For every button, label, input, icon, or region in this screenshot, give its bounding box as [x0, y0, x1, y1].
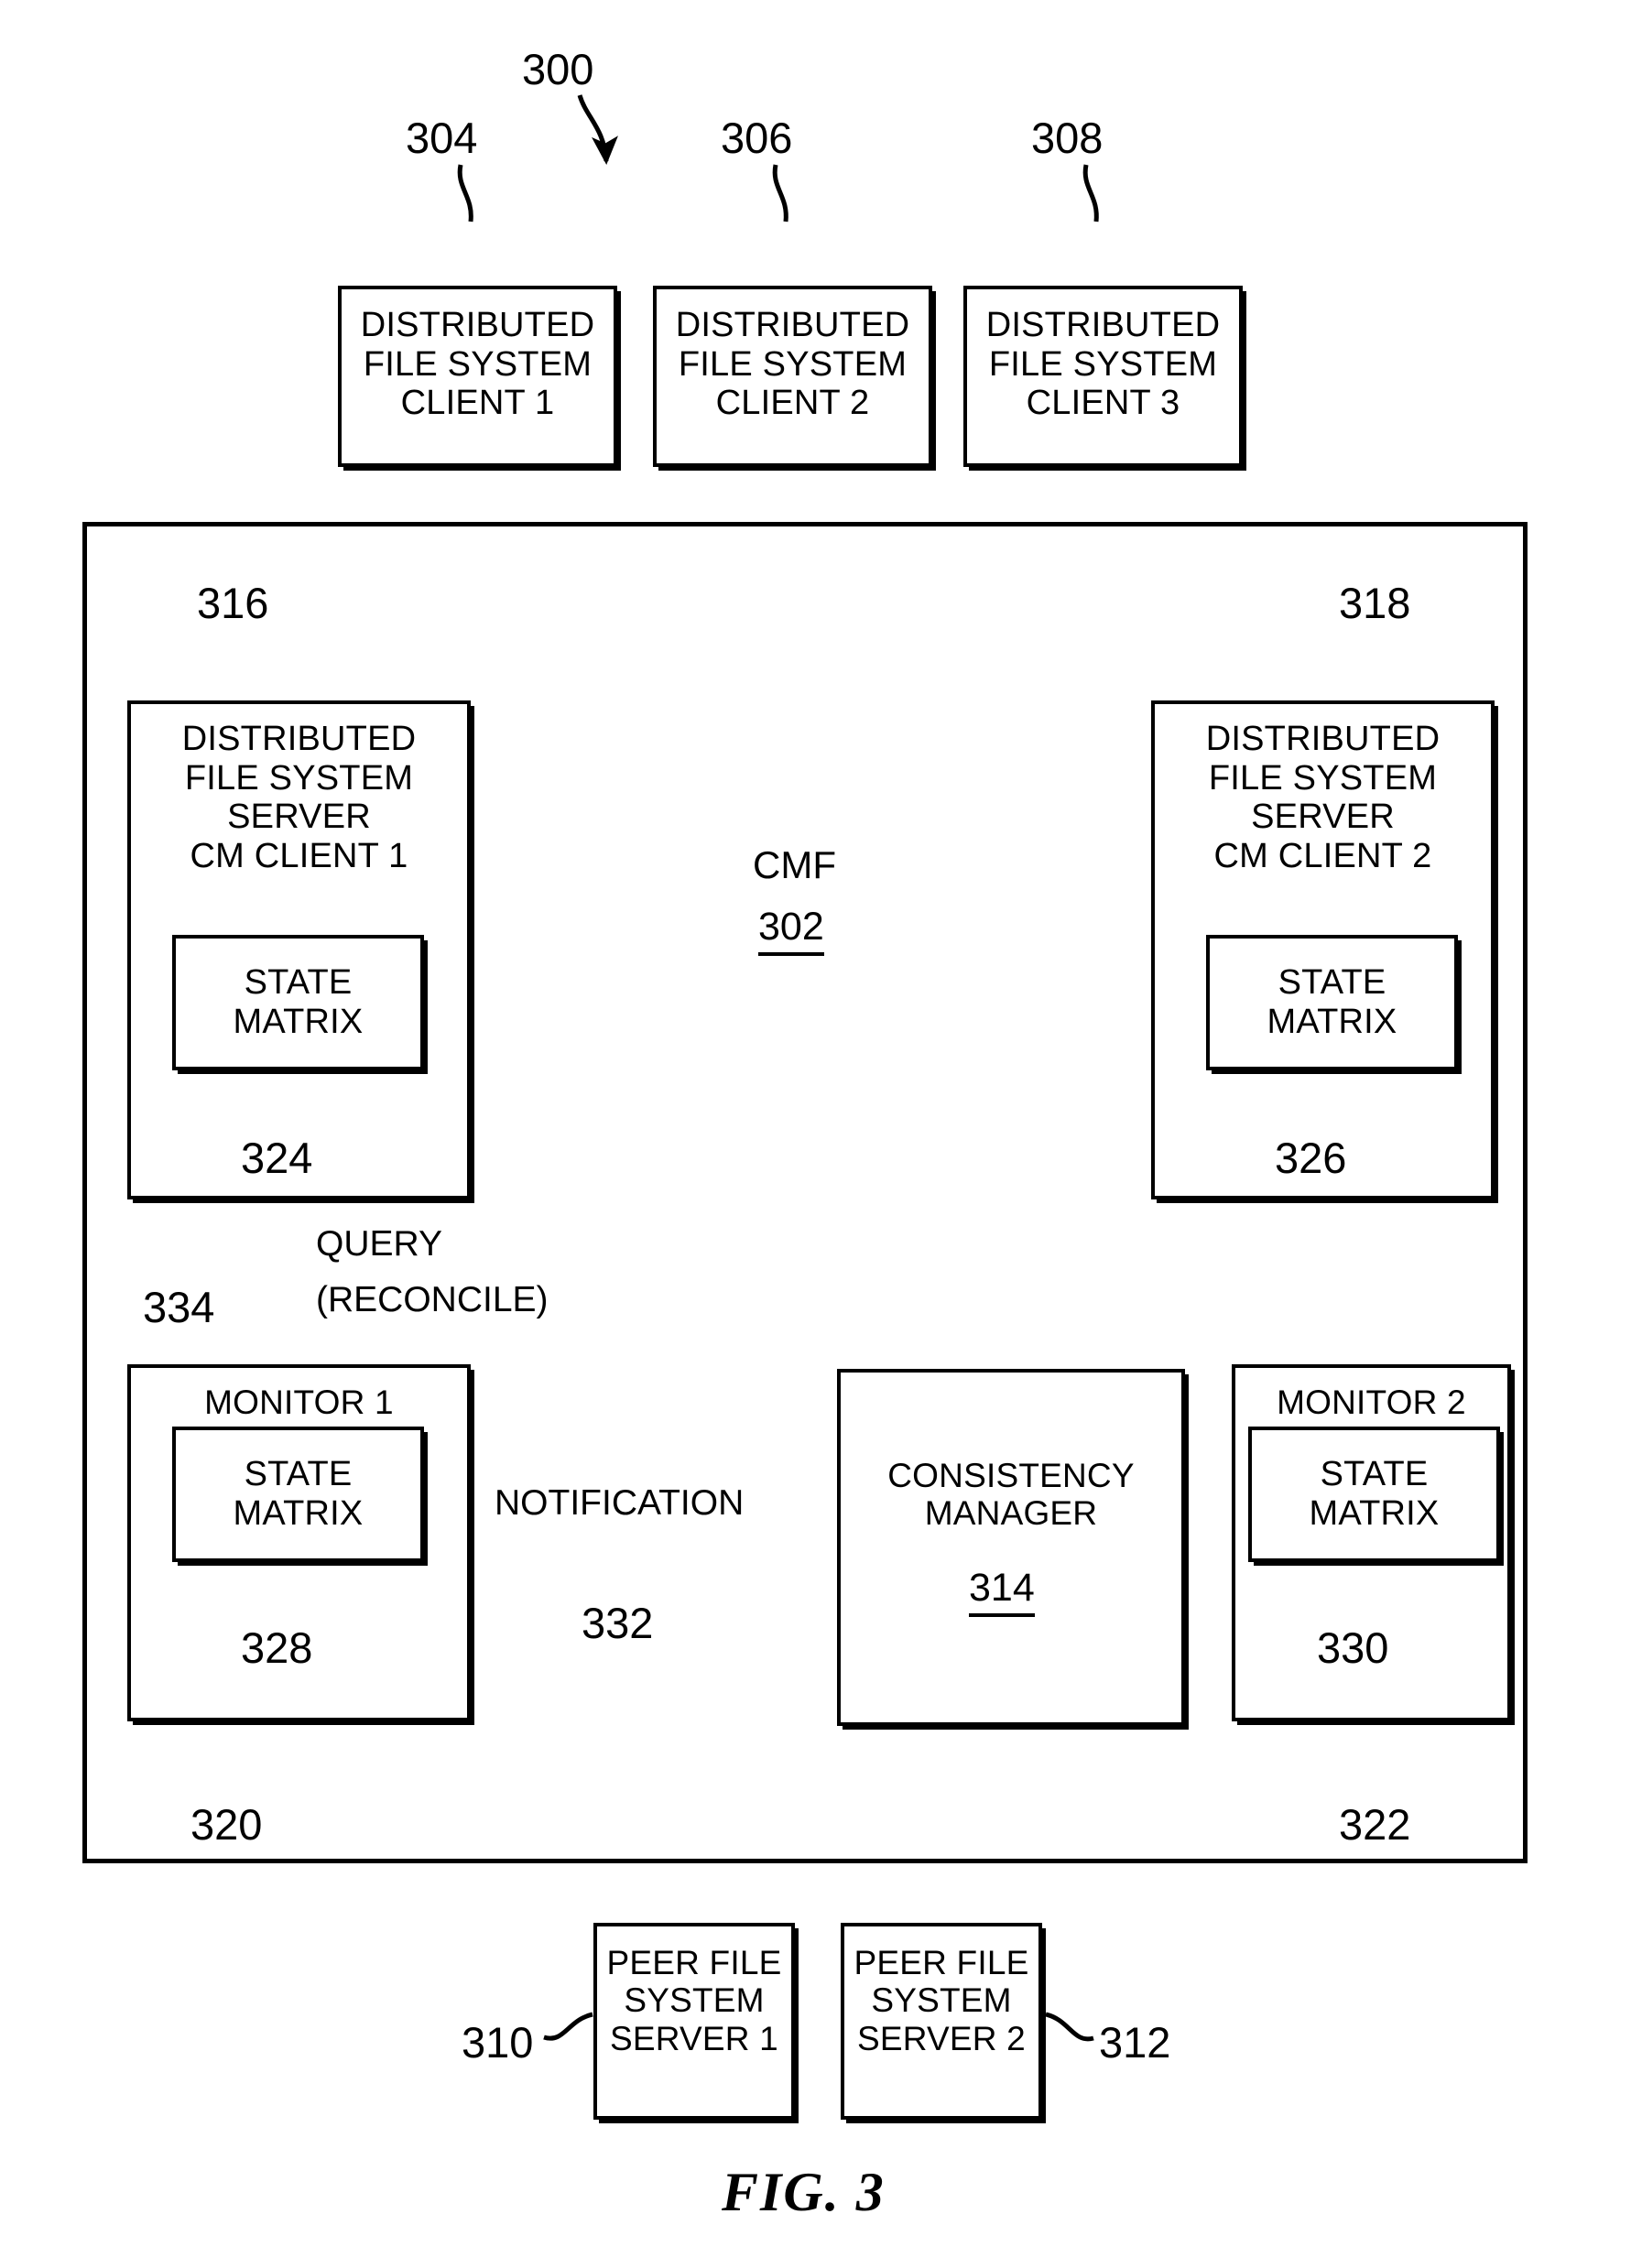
peer-2-line-2: SYSTEM — [871, 1981, 1012, 2020]
lead-line-312 — [1045, 2012, 1094, 2042]
client-box-3[interactable]: DISTRIBUTED FILE SYSTEM CLIENT 3 — [963, 286, 1243, 467]
peer-2-line-1: PEER FILE — [854, 1944, 1029, 1981]
client-2-line-1: DISTRIBUTED — [675, 306, 910, 344]
peer-1-line-1: PEER FILE — [606, 1944, 782, 1981]
lead-line-310 — [543, 2012, 593, 2041]
state-matrix-326-line-1: STATE — [1278, 963, 1386, 1002]
client-1-line-1: DISTRIBUTED — [360, 306, 595, 344]
state-matrix-324-line-1: STATE — [244, 963, 353, 1002]
client-box-2[interactable]: DISTRIBUTED FILE SYSTEM CLIENT 2 — [653, 286, 932, 467]
patent-figure: 300 304 306 308 DISTRIBUTED FILE SYSTEM … — [0, 0, 1631, 2268]
lead-line-308 — [1082, 164, 1099, 222]
lead-line-304 — [457, 164, 473, 222]
state-matrix-328-line-2: MATRIX — [233, 1494, 364, 1533]
state-matrix-326-line-2: MATRIX — [1267, 1003, 1397, 1041]
ref-318: 318 — [1339, 579, 1411, 627]
cmf-label: CMF — [753, 843, 836, 886]
ref-320: 320 — [190, 1800, 263, 1849]
ref-310: 310 — [462, 2018, 534, 2067]
figure-caption: FIG. 3 — [722, 2162, 886, 2222]
ref-308: 308 — [1031, 114, 1104, 162]
state-matrix-324[interactable]: STATE MATRIX — [172, 935, 424, 1070]
consistency-manager-line-1: CONSISTENCY — [887, 1457, 1135, 1494]
server-2-line-2: FILE SYSTEM — [1208, 758, 1438, 798]
client-1-line-2: FILE SYSTEM — [363, 344, 593, 384]
ref-306: 306 — [721, 114, 793, 162]
state-matrix-324-line-2: MATRIX — [233, 1003, 364, 1041]
client-2-line-2: FILE SYSTEM — [678, 344, 908, 384]
flow-notification-label: NOTIFICATION — [495, 1483, 745, 1523]
client-3-line-3: CLIENT 3 — [1026, 384, 1180, 423]
server-1-line-3: SERVER — [227, 798, 371, 837]
monitor-2-title: MONITOR 2 — [1277, 1384, 1466, 1421]
peer-1-line-2: SYSTEM — [624, 1981, 765, 2020]
ref-324: 324 — [241, 1134, 313, 1182]
peer-2-line-3: SERVER 2 — [857, 2019, 1026, 2057]
ref-334: 334 — [143, 1283, 215, 1331]
peer-file-system-server-2[interactable]: PEER FILE SYSTEM SERVER 2 — [841, 1923, 1042, 2120]
flow-query-label-line-2: (RECONCILE) — [316, 1280, 549, 1319]
server-2-line-1: DISTRIBUTED — [1205, 720, 1441, 758]
ref-326: 326 — [1275, 1134, 1347, 1182]
ref-300: 300 — [522, 45, 594, 93]
ref-312: 312 — [1099, 2018, 1171, 2067]
ref-332: 332 — [582, 1599, 654, 1647]
ref-304: 304 — [406, 114, 478, 162]
peer-file-system-server-1[interactable]: PEER FILE SYSTEM SERVER 1 — [593, 1923, 795, 2120]
state-matrix-330-line-1: STATE — [1320, 1455, 1429, 1493]
ref-328: 328 — [241, 1623, 313, 1672]
consistency-manager-box[interactable]: CONSISTENCY MANAGER — [837, 1369, 1185, 1726]
lead-line-300 — [577, 94, 618, 165]
ref-322: 322 — [1339, 1800, 1411, 1849]
state-matrix-328-line-1: STATE — [244, 1455, 353, 1493]
state-matrix-330-line-2: MATRIX — [1309, 1494, 1440, 1533]
consistency-manager-line-2: MANAGER — [924, 1494, 1098, 1533]
monitor-1-title: MONITOR 1 — [204, 1384, 394, 1421]
state-matrix-326[interactable]: STATE MATRIX — [1206, 935, 1458, 1070]
client-1-line-3: CLIENT 1 — [400, 384, 555, 423]
server-2-line-3: SERVER — [1251, 798, 1395, 837]
ref-314: 314 — [969, 1566, 1035, 1617]
peer-1-line-3: SERVER 1 — [610, 2019, 778, 2057]
ref-302: 302 — [758, 905, 824, 956]
server-1-line-2: FILE SYSTEM — [184, 758, 414, 798]
flow-query-label-line-1: QUERY — [316, 1224, 442, 1264]
client-3-line-1: DISTRIBUTED — [985, 306, 1221, 344]
state-matrix-330[interactable]: STATE MATRIX — [1248, 1427, 1500, 1562]
client-box-1[interactable]: DISTRIBUTED FILE SYSTEM CLIENT 1 — [338, 286, 617, 467]
ref-316: 316 — [197, 579, 269, 627]
state-matrix-328[interactable]: STATE MATRIX — [172, 1427, 424, 1562]
server-1-line-4: CM CLIENT 1 — [190, 836, 408, 875]
ref-330: 330 — [1317, 1623, 1389, 1672]
lead-line-306 — [772, 164, 788, 222]
client-3-line-2: FILE SYSTEM — [988, 344, 1218, 384]
server-2-line-4: CM CLIENT 2 — [1213, 836, 1432, 875]
client-2-line-3: CLIENT 2 — [715, 384, 870, 423]
server-1-line-1: DISTRIBUTED — [181, 720, 417, 758]
